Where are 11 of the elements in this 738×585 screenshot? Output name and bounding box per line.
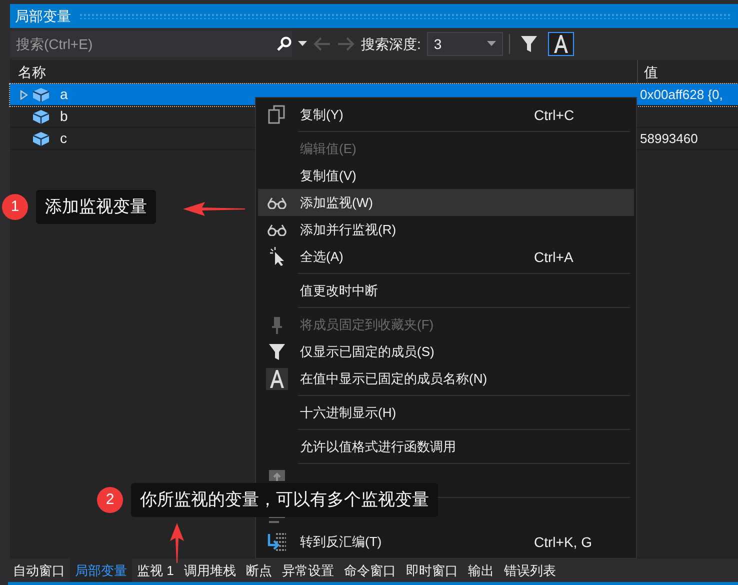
variable-name: c <box>60 129 67 148</box>
variable-value: 58993460 <box>640 130 698 146</box>
callout-tooltip: 你所监视的变量，可以有多个监视变量 <box>131 483 438 518</box>
variable-name: a <box>60 85 68 104</box>
variable-value: 0x00aff628 {0, <box>640 86 723 102</box>
window-title: 局部变量 <box>15 6 71 26</box>
step-badge: 1 <box>2 194 28 220</box>
variable-name: b <box>60 107 68 126</box>
callout-tooltip: 添加监视变量 <box>36 190 156 224</box>
depth-label: 搜索深度: <box>361 34 421 54</box>
depth-value: 3 <box>434 34 442 54</box>
